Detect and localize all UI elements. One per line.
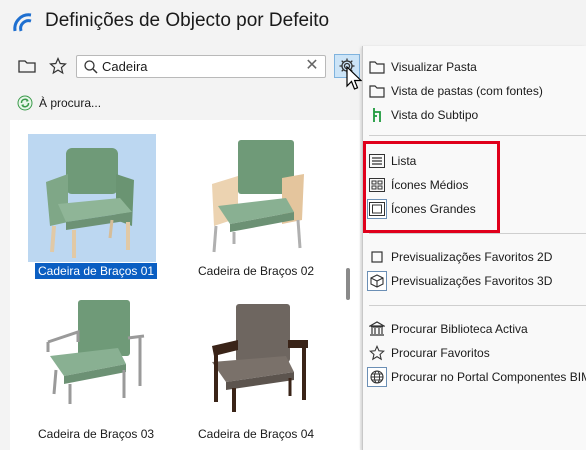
armchair-01-image	[46, 148, 134, 258]
menu-item-label: Vista de pastas (com fontes)	[391, 84, 543, 98]
preview-2d-icon	[367, 247, 387, 267]
view-options-menu: Visualizar Pasta Vista de pastas (com fo…	[362, 46, 586, 450]
search-status: À procura...	[17, 95, 101, 111]
armchair-04-image	[212, 304, 308, 412]
menu-item-previsualizacoes-3d[interactable]: Previsualizações Favoritos 3D	[363, 269, 586, 293]
search-input[interactable]: Cadeira ✕	[76, 55, 326, 78]
menu-item-label: Previsualizações Favoritos 3D	[391, 274, 553, 288]
item-label: Cadeira de Braços 03	[38, 427, 155, 441]
menu-item-procurar-favoritos[interactable]: Procurar Favoritos	[363, 341, 586, 365]
item-label: Cadeira de Braços 04	[198, 427, 315, 441]
thumbnail[interactable]	[190, 290, 318, 418]
menu-item-visualizar-pasta[interactable]: Visualizar Pasta	[363, 55, 586, 79]
menu-item-vista-de-pastas[interactable]: Vista de pastas (com fontes)	[363, 79, 586, 103]
menu-separator	[369, 305, 586, 306]
preview-3d-icon	[367, 271, 387, 291]
title-bar: Definições de Objecto por Defeito	[0, 0, 586, 44]
thumbnail[interactable]	[190, 134, 318, 262]
menu-item-previsualizacoes-2d[interactable]: Previsualizações Favoritos 2D	[363, 245, 586, 269]
folder-icon	[367, 81, 387, 101]
window-title: Definições de Objecto por Defeito	[45, 10, 330, 31]
item-label: Cadeira de Braços 02	[198, 264, 315, 278]
highlight-annotation-box	[363, 141, 500, 233]
menu-item-label: Vista do Subtipo	[391, 108, 479, 122]
star-icon	[49, 57, 67, 75]
star-icon	[367, 343, 387, 363]
app-logo-icon	[13, 13, 32, 32]
item-label: Cadeira de Braços 01	[35, 263, 158, 279]
menu-item-label: Procurar Favoritos	[391, 346, 490, 360]
subtype-icon	[367, 105, 387, 125]
armchair-02-image	[212, 140, 304, 253]
search-value: Cadeira	[102, 59, 148, 74]
object-grid: Cadeira de Braços 01 Cadeira de Braços 0…	[10, 120, 360, 450]
armchair-03-image	[46, 300, 145, 404]
menu-separator	[369, 233, 586, 234]
status-text: À procura...	[39, 96, 102, 110]
library-icon	[367, 319, 387, 339]
folder-button[interactable]	[16, 55, 38, 77]
menu-item-label: Procurar no Portal Componentes BIM	[391, 370, 586, 384]
menu-item-procurar-biblioteca[interactable]: Procurar Biblioteca Activa	[363, 317, 586, 341]
clear-search-button[interactable]: ✕	[304, 57, 320, 75]
folder-icon	[18, 60, 36, 73]
menu-item-label: Previsualizações Favoritos 2D	[391, 250, 553, 264]
menu-item-procurar-portal-bim[interactable]: Procurar no Portal Componentes BIM	[363, 365, 586, 389]
thumbnail[interactable]	[28, 134, 156, 262]
search-icon	[84, 60, 98, 74]
thumbnail[interactable]	[28, 290, 156, 418]
menu-separator	[369, 135, 586, 136]
menu-item-label: Visualizar Pasta	[391, 60, 477, 74]
folder-icon	[367, 57, 387, 77]
globe-icon	[367, 367, 387, 387]
favorites-button[interactable]	[47, 55, 69, 77]
menu-item-label: Procurar Biblioteca Activa	[391, 322, 528, 336]
scrollbar-thumb[interactable]	[346, 268, 350, 300]
refresh-icon	[17, 95, 33, 111]
menu-item-vista-do-subtipo[interactable]: Vista do Subtipo	[363, 103, 586, 127]
